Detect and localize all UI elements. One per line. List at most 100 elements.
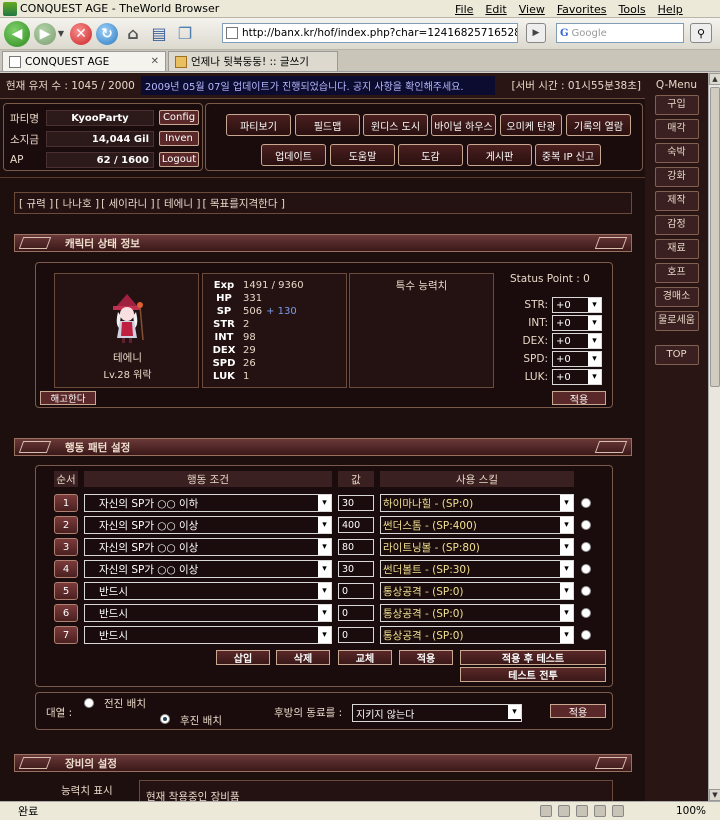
tab-conquest-age[interactable]: CONQUEST AGE ✕ — [2, 51, 166, 71]
skill-select[interactable]: 통상공격 - (SP:0) — [380, 582, 574, 600]
tab-blog-write[interactable]: 언제나 뒷북둥둥! :: 글쓰기 — [168, 51, 338, 71]
menu-omike-mine[interactable]: 오미케 탄광 — [500, 114, 562, 136]
condition-select[interactable]: 자신의 SP가 ○○ 이하 — [84, 494, 332, 512]
value-input[interactable]: 30 — [338, 561, 374, 577]
pattern-apply-button[interactable]: 적용 — [399, 650, 453, 665]
address-bar[interactable]: http://banx.kr/hof/index.php?char=124168… — [222, 23, 518, 43]
menu-help[interactable]: 도움말 — [330, 144, 395, 166]
value-input[interactable]: 80 — [338, 539, 374, 555]
row-number-button[interactable]: 7 — [54, 626, 78, 644]
condition-select[interactable]: 반드시 — [84, 626, 332, 644]
value-input[interactable]: 0 — [338, 627, 374, 643]
value-input[interactable]: 400 — [338, 517, 374, 533]
menu-tools[interactable]: Tools — [619, 3, 646, 16]
value-input[interactable]: 0 — [338, 605, 374, 621]
scroll-down-icon[interactable]: ▼ — [709, 789, 720, 801]
row-number-button[interactable]: 3 — [54, 538, 78, 556]
qmenu-appraise[interactable]: 감정 — [654, 215, 699, 235]
menu-records[interactable]: 기록의 열람 — [566, 114, 631, 136]
stat-apply-button[interactable]: 적용 — [552, 391, 606, 406]
logout-button[interactable]: Logout — [159, 152, 199, 167]
skill-select[interactable]: 썬더볼트 - (SP:30) — [380, 560, 574, 578]
row-number-button[interactable]: 4 — [54, 560, 78, 578]
insert-button[interactable]: 삽입 — [216, 650, 270, 665]
qmenu-buy[interactable]: 구입 — [654, 95, 699, 115]
back-radio[interactable] — [160, 714, 170, 724]
breadcrumb-item[interactable]: [ 테에니 ] — [157, 196, 201, 211]
value-input[interactable]: 30 — [338, 495, 374, 511]
condition-select[interactable]: 자신의 SP가 ○○ 이상 — [84, 538, 332, 556]
home-icon[interactable]: ⌂ — [122, 23, 144, 45]
back-arrow-icon[interactable]: ◀ — [4, 20, 30, 47]
mute-icon[interactable] — [612, 805, 624, 817]
reload-icon[interactable]: ↻ — [96, 22, 118, 45]
condition-select[interactable]: 반드시 — [84, 604, 332, 622]
menu-update[interactable]: 업데이트 — [261, 144, 326, 166]
skill-select[interactable]: 썬더스톰 - (SP:400) — [380, 516, 574, 534]
row-radio[interactable] — [581, 520, 591, 530]
qmenu-mulroseum[interactable]: 물로세움 — [654, 311, 699, 331]
condition-select[interactable]: 자신의 SP가 ○○ 이상 — [84, 560, 332, 578]
skill-select[interactable]: 라이트닝볼 - (SP:80) — [380, 538, 574, 556]
menu-field-map[interactable]: 필드맵 — [295, 114, 360, 136]
rear-ally-select[interactable]: 지키지 않는다 — [352, 704, 522, 722]
screenshot-icon[interactable] — [594, 805, 606, 817]
row-radio[interactable] — [581, 564, 591, 574]
qmenu-sell[interactable]: 매각 — [654, 119, 699, 139]
int-select[interactable]: +0 — [552, 315, 602, 331]
qmenu-craft[interactable]: 제작 — [654, 191, 699, 211]
breadcrumb-item[interactable]: [ 세이라니 ] — [101, 196, 155, 211]
condition-select[interactable]: 반드시 — [84, 582, 332, 600]
forward-arrow-icon[interactable]: ▶ — [34, 22, 56, 45]
search-input[interactable]: G Google — [556, 23, 684, 43]
menu-duplicate-ip-report[interactable]: 중복 IP 신고 — [535, 144, 601, 166]
qmenu-enhance[interactable]: 강화 — [654, 167, 699, 187]
qmenu-materials[interactable]: 재료 — [654, 239, 699, 259]
spd-select[interactable]: +0 — [552, 351, 602, 367]
qmenu-auction[interactable]: 경매소 — [654, 287, 699, 307]
formation-apply-button[interactable]: 적용 — [550, 704, 606, 719]
adblock-icon[interactable] — [576, 805, 588, 817]
skill-select[interactable]: 통상공격 - (SP:0) — [380, 626, 574, 644]
stop-icon[interactable]: ✕ — [70, 22, 92, 45]
menu-help[interactable]: Help — [658, 3, 683, 16]
row-radio[interactable] — [581, 498, 591, 508]
go-arrow-icon[interactable]: ▶ — [526, 23, 546, 43]
vertical-scrollbar[interactable]: ▲ ▼ — [708, 73, 720, 801]
menu-windis-city[interactable]: 윈디스 도시 — [363, 114, 428, 136]
breadcrumb-item[interactable]: [ 나나호 ] — [55, 196, 99, 211]
fire-button[interactable]: 해고한다 — [40, 391, 96, 405]
test-battle-button[interactable]: 테스트 전투 — [460, 667, 606, 682]
scroll-thumb[interactable] — [710, 87, 720, 387]
scroll-up-icon[interactable]: ▲ — [709, 73, 720, 85]
skill-select[interactable]: 통상공격 - (SP:0) — [380, 604, 574, 622]
row-number-button[interactable]: 5 — [54, 582, 78, 600]
menu-vinyl-house[interactable]: 바이널 하우스 — [431, 114, 496, 136]
close-tab-icon[interactable]: ✕ — [151, 56, 159, 67]
qmenu-top-button[interactable]: TOP — [654, 345, 699, 365]
row-number-button[interactable]: 1 — [54, 494, 78, 512]
row-number-button[interactable]: 2 — [54, 516, 78, 534]
apply-and-test-button[interactable]: 적용 후 테스트 — [460, 650, 606, 665]
popup-blocker-icon[interactable] — [540, 805, 552, 817]
security-icon[interactable] — [558, 805, 570, 817]
row-number-button[interactable]: 6 — [54, 604, 78, 622]
menu-view[interactable]: View — [519, 3, 545, 16]
qmenu-inn[interactable]: 숙박 — [654, 143, 699, 163]
bookmarks-icon[interactable]: ❐ — [174, 23, 196, 45]
dex-select[interactable]: +0 — [552, 333, 602, 349]
menu-favorites[interactable]: Favorites — [557, 3, 607, 16]
value-input[interactable]: 0 — [338, 583, 374, 599]
breadcrumb-item[interactable]: [ 목표를지격한다 ] — [202, 196, 285, 211]
zoom-level[interactable]: 100% — [676, 805, 706, 817]
row-radio[interactable] — [581, 608, 591, 618]
row-radio[interactable] — [581, 630, 591, 640]
condition-select[interactable]: 자신의 SP가 ○○ 이상 — [84, 516, 332, 534]
menu-encyclopedia[interactable]: 도감 — [398, 144, 463, 166]
luk-select[interactable]: +0 — [552, 369, 602, 385]
breadcrumb-item[interactable]: [ 규력 ] — [19, 196, 53, 211]
qmenu-hof[interactable]: 호프 — [654, 263, 699, 283]
str-select[interactable]: +0 — [552, 297, 602, 313]
menu-file[interactable]: File — [455, 3, 473, 16]
row-radio[interactable] — [581, 586, 591, 596]
